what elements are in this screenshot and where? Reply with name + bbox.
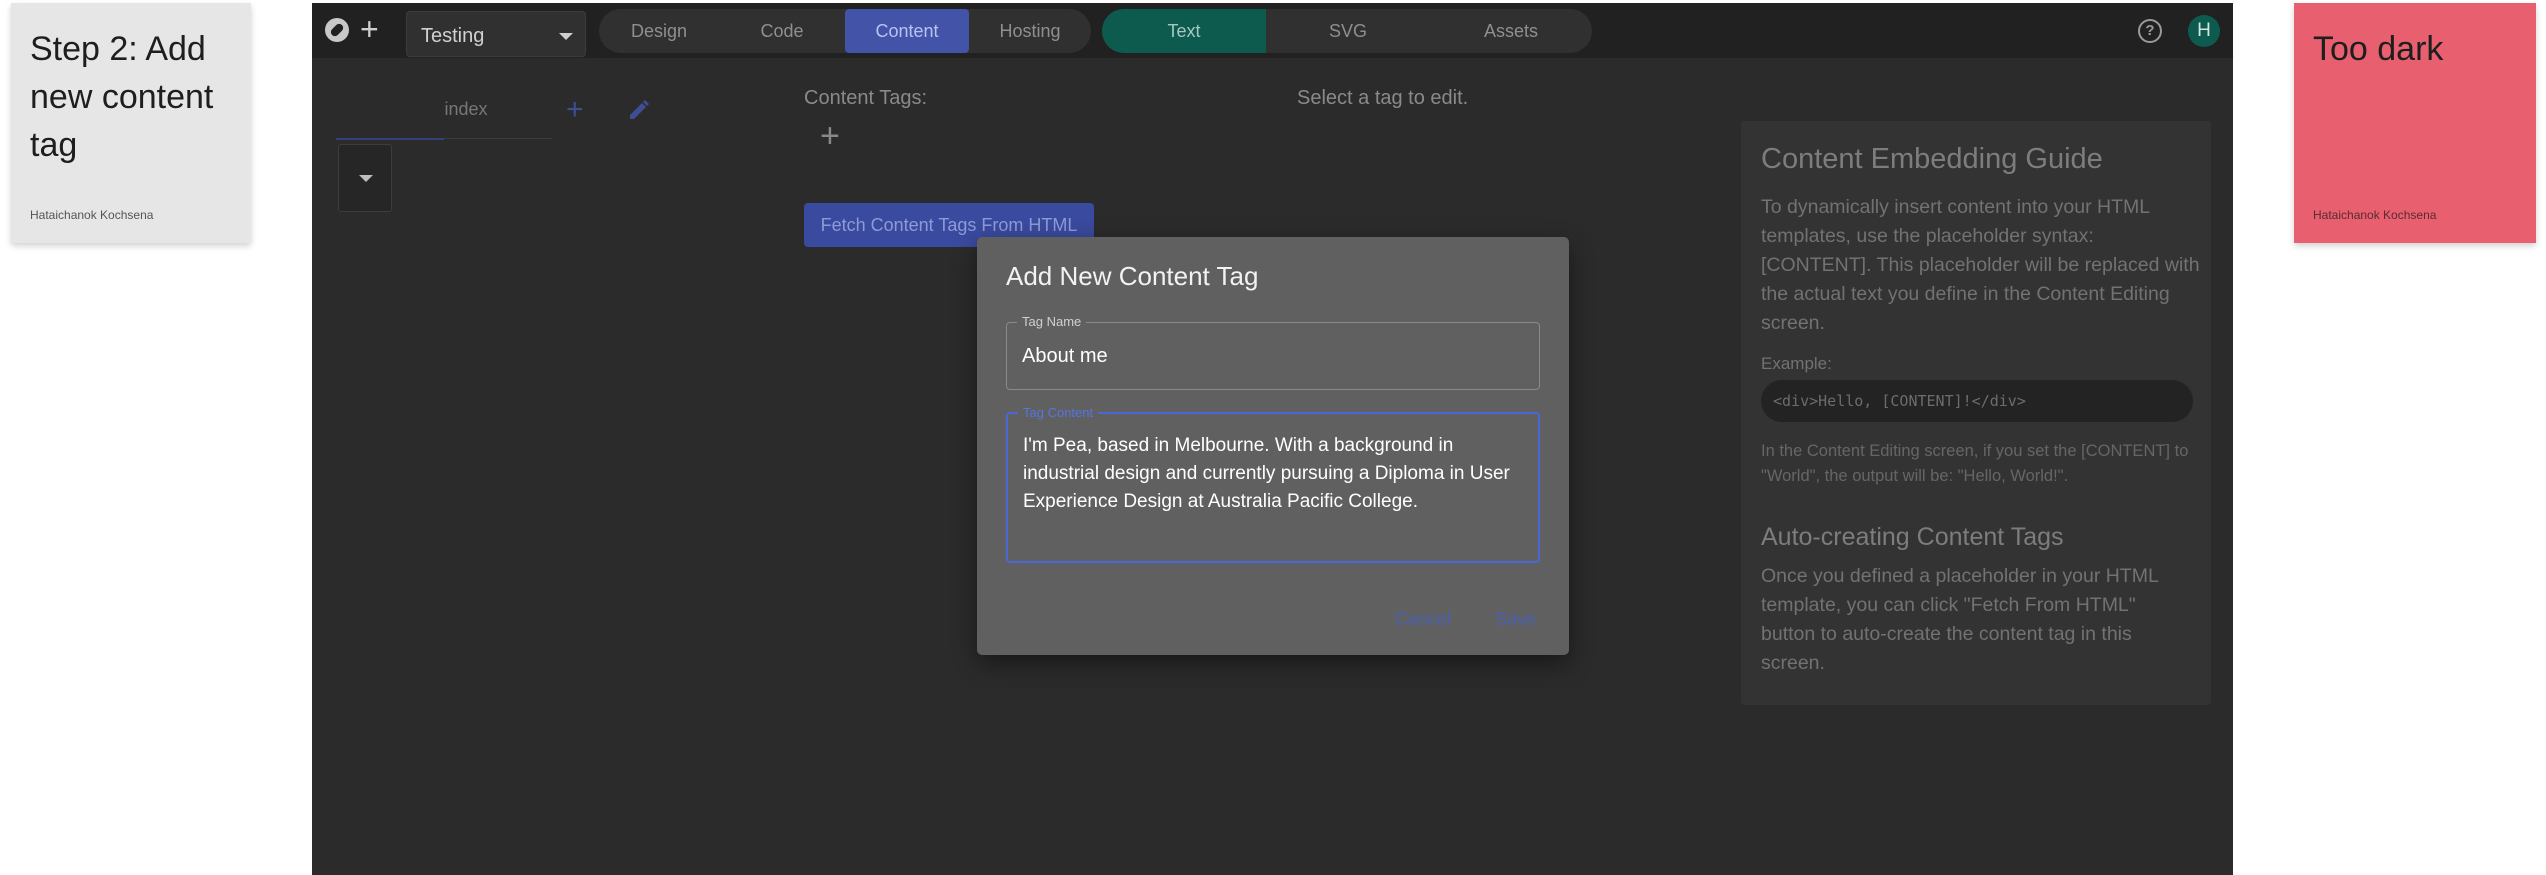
tab-assets[interactable]: Assets xyxy=(1430,9,1592,53)
sticky-note-feedback: Too dark Hataichanok Kochsena xyxy=(2294,3,2536,243)
add-page-icon[interactable]: + xyxy=(566,95,584,125)
guide-title: Content Embedding Guide xyxy=(1761,143,2103,175)
pencil-icon[interactable] xyxy=(622,95,654,127)
sticky-note-step: Step 2: Add new content tag Hataichanok … xyxy=(11,3,251,243)
cancel-button[interactable]: Cancel xyxy=(1395,609,1451,630)
content-embedding-guide: Content Embedding Guide To dynamically i… xyxy=(1741,121,2211,705)
sticky-note-title: Step 2: Add new content tag xyxy=(30,30,214,164)
sticky-note-author: Hataichanok Kochsena xyxy=(30,208,154,222)
tab-code[interactable]: Code xyxy=(719,9,845,53)
chevron-down-icon xyxy=(359,175,373,182)
tag-name-value: About me xyxy=(1022,345,1108,367)
compass-icon[interactable] xyxy=(325,18,349,42)
dialog-title: Add New Content Tag xyxy=(1006,261,1259,291)
tab-content[interactable]: Content xyxy=(845,9,969,53)
add-project-icon[interactable]: + xyxy=(360,13,379,45)
tab-svg[interactable]: SVG xyxy=(1266,9,1430,53)
add-content-tag-dialog: Add New Content Tag Tag Name About me Ta… xyxy=(977,237,1569,655)
guide-example-note: In the Content Editing screen, if you se… xyxy=(1761,442,2189,485)
chevron-down-icon xyxy=(559,33,573,40)
project-select[interactable]: Testing xyxy=(406,11,586,57)
avatar[interactable]: H xyxy=(2188,15,2220,47)
top-bar: + Testing Design Code Content Hosting Te… xyxy=(312,3,2233,58)
divider xyxy=(444,138,552,139)
tag-content-label: Tag Content xyxy=(1018,405,1099,421)
page-tab-indicator xyxy=(336,138,444,140)
tag-content-value: I'm Pea, based in Melbourne. With a back… xyxy=(1023,435,1510,512)
sticky-note-title: Too dark xyxy=(2313,30,2444,68)
sticky-note-author: Hataichanok Kochsena xyxy=(2313,208,2437,222)
guide-auto-text: Once you defined a placeholder in your H… xyxy=(1761,565,2159,674)
content-tags-label: Content Tags: xyxy=(804,87,928,109)
tab-hosting[interactable]: Hosting xyxy=(969,9,1091,53)
guide-intro: To dynamically insert content into your … xyxy=(1761,196,2200,334)
sub-tabs: Text SVG Assets xyxy=(1102,9,1592,53)
project-select-value: Testing xyxy=(421,25,485,47)
tag-name-field[interactable]: Tag Name About me xyxy=(1006,314,1540,390)
app-window: + Testing Design Code Content Hosting Te… xyxy=(312,3,2233,875)
page-tab-index[interactable]: index xyxy=(426,99,506,120)
tag-content-field[interactable]: Tag Content I'm Pea, based in Melbourne.… xyxy=(1006,405,1540,563)
tab-text[interactable]: Text xyxy=(1102,9,1266,53)
tag-name-label: Tag Name xyxy=(1017,314,1087,330)
main-tabs: Design Code Content Hosting xyxy=(599,9,1091,53)
page-dropdown[interactable] xyxy=(338,144,392,212)
guide-auto-title: Auto-creating Content Tags xyxy=(1761,523,2064,551)
tab-design[interactable]: Design xyxy=(599,9,719,53)
save-button[interactable]: Save xyxy=(1495,609,1536,630)
select-tag-hint: Select a tag to edit. xyxy=(1297,87,1469,109)
guide-example-code: <div>Hello, [CONTENT]!</div> xyxy=(1761,380,2193,422)
add-content-tag-icon[interactable]: + xyxy=(820,119,840,153)
help-icon[interactable]: ? xyxy=(2138,19,2162,43)
guide-example-label: Example: xyxy=(1761,354,1832,373)
